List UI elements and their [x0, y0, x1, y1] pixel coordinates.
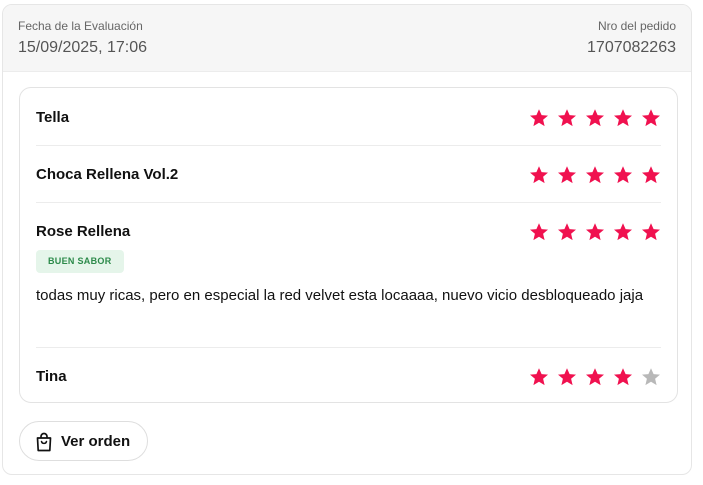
- item-divider: [36, 347, 661, 348]
- star-filled-icon: [642, 166, 660, 184]
- review-header: Fecha de la Evaluación 15/09/2025, 17:06…: [3, 5, 691, 72]
- star-filled-icon: [586, 368, 604, 386]
- star-empty-icon: [642, 368, 660, 386]
- list-item: Tella: [36, 106, 661, 130]
- evaluation-date: Fecha de la Evaluación 15/09/2025, 17:06: [18, 18, 147, 58]
- star-rating: [529, 108, 661, 128]
- review-card: Fecha de la Evaluación 15/09/2025, 17:06…: [2, 4, 692, 475]
- star-filled-icon: [586, 166, 604, 184]
- list-item: Choca Rellena Vol.2: [36, 163, 661, 187]
- star-filled-icon: [614, 109, 632, 127]
- star-filled-icon: [530, 223, 548, 241]
- item-divider: [36, 145, 661, 146]
- star-filled-icon: [642, 109, 660, 127]
- order-number-value: 1707082263: [587, 39, 676, 56]
- star-filled-icon: [558, 109, 576, 127]
- item-divider: [36, 202, 661, 203]
- item-name: Choca Rellena Vol.2: [36, 166, 179, 183]
- star-filled-icon: [614, 223, 632, 241]
- star-rating: [529, 165, 661, 185]
- star-filled-icon: [558, 166, 576, 184]
- list-item: Tina: [36, 365, 661, 389]
- item-name: Tella: [36, 109, 70, 126]
- star-rating: [529, 222, 661, 242]
- list-item: Rose Rellena BUEN SABOR todas muy ricas,…: [36, 220, 661, 330]
- star-filled-icon: [642, 223, 660, 241]
- star-filled-icon: [586, 109, 604, 127]
- star-filled-icon: [558, 368, 576, 386]
- item-name: Tina: [36, 368, 67, 385]
- view-order-button[interactable]: Ver orden: [19, 421, 148, 461]
- view-order-label: Ver orden: [61, 433, 131, 450]
- evaluation-date-value: 15/09/2025, 17:06: [18, 39, 148, 56]
- tag-badge: BUEN SABOR: [36, 250, 124, 273]
- star-filled-icon: [530, 109, 548, 127]
- star-filled-icon: [614, 368, 632, 386]
- rated-items-list: Tella Choca Rellena Vol.2 Rose Rellena B…: [19, 87, 678, 403]
- evaluation-date-label: Fecha de la Evaluación: [18, 19, 143, 33]
- shopping-bag-icon: [36, 432, 52, 452]
- star-rating: [529, 367, 661, 387]
- star-filled-icon: [530, 166, 548, 184]
- item-name: Rose Rellena: [36, 223, 131, 240]
- review-comment: todas muy ricas, pero en especial la red…: [36, 287, 644, 304]
- order-number: Nro del pedido 1707082263: [587, 18, 676, 58]
- star-filled-icon: [614, 166, 632, 184]
- order-number-label: Nro del pedido: [597, 19, 676, 33]
- star-filled-icon: [586, 223, 604, 241]
- star-filled-icon: [530, 368, 548, 386]
- star-filled-icon: [558, 223, 576, 241]
